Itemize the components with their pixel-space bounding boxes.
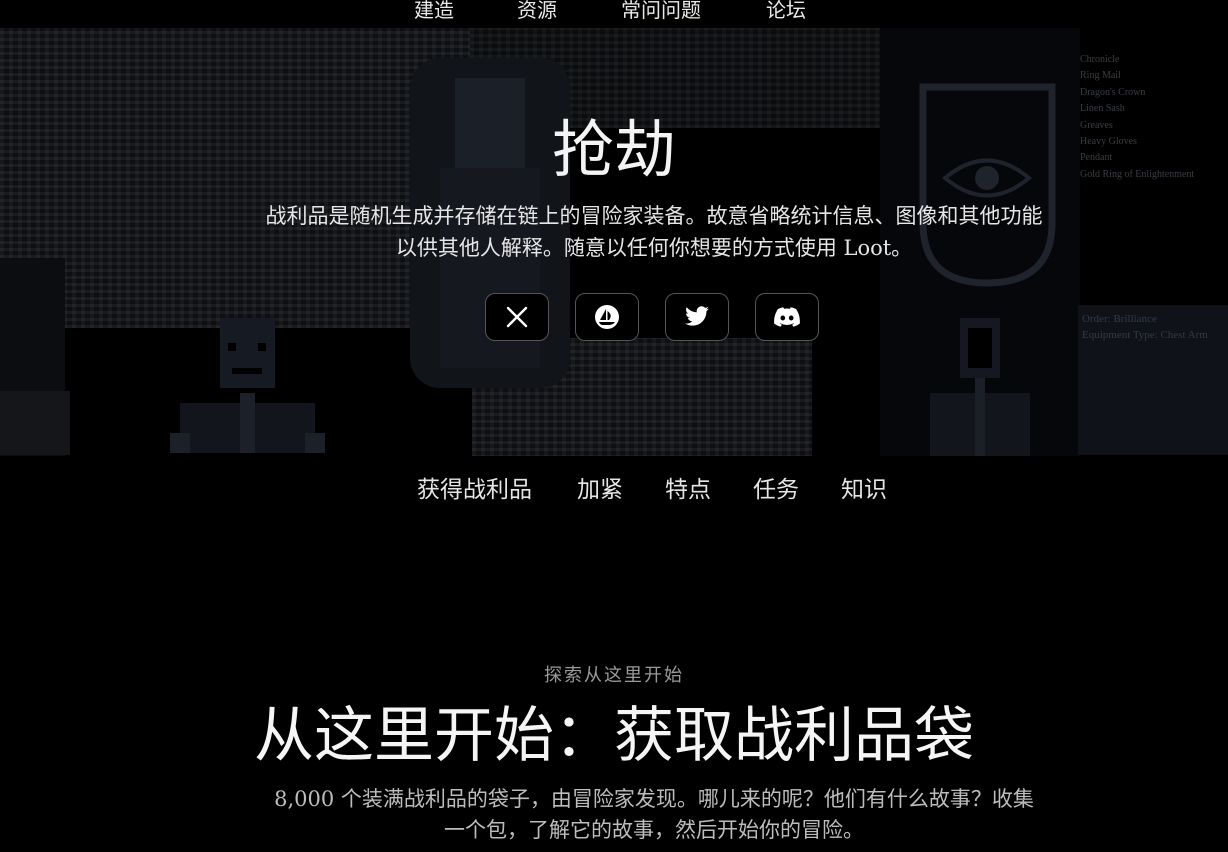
hero-description: 战利品是随机生成并存储在链上的冒险家装备。故意省略统计信息、图像和其他功能 以供… bbox=[200, 200, 1108, 264]
section-eyebrow: 探索从这里开始 bbox=[544, 665, 684, 686]
hero-description-line: 战利品是随机生成并存储在链上的冒险家装备。故意省略统计信息、图像和其他功能 bbox=[265, 204, 1043, 228]
loot-item: Ring Mail bbox=[1080, 70, 1121, 82]
discord-icon bbox=[774, 307, 800, 327]
opensea-icon bbox=[595, 305, 619, 329]
twitter-bird-icon bbox=[685, 306, 709, 326]
x-icon bbox=[506, 306, 528, 328]
equipment-type: Equipment Type: Chest Arm bbox=[1082, 329, 1208, 341]
hero-section: Chronicle Ring Mail Dragon's Crown Linen… bbox=[0, 28, 1228, 456]
tab-features[interactable]: 特点 bbox=[665, 470, 711, 504]
nav-link-resources[interactable]: 资源 bbox=[517, 0, 557, 23]
opensea-link[interactable] bbox=[575, 293, 639, 341]
pixel-character-left bbox=[170, 318, 325, 453]
social-links bbox=[485, 293, 825, 343]
tab-stake[interactable]: 加紧 bbox=[577, 470, 623, 504]
top-nav: 建造 资源 常问问题 论坛 bbox=[0, 0, 1228, 24]
tab-lore[interactable]: 知识 bbox=[841, 470, 887, 504]
hero-title: 抢劫 bbox=[551, 113, 676, 186]
nav-link-faq[interactable]: 常问问题 bbox=[621, 0, 701, 23]
twitter-link[interactable] bbox=[665, 293, 729, 341]
loot-item: Dragon's Crown bbox=[1080, 86, 1146, 98]
pixel-character-right bbox=[930, 318, 1030, 456]
nav-link-forum[interactable]: 论坛 bbox=[766, 0, 806, 23]
hero-description-line: 以供其他人解释。随意以任何你想要的方式使用 Loot。 bbox=[395, 236, 913, 260]
section-description: 8,000 个装满战利品的袋子，由冒险家发现。哪儿来的呢？他们有什么故事？收集 … bbox=[214, 784, 1094, 846]
discord-link[interactable] bbox=[755, 293, 819, 341]
tab-get-loot[interactable]: 获得战利品 bbox=[417, 470, 532, 504]
pixel-art-step bbox=[0, 391, 70, 455]
section-description-line: 8,000 个装满战利品的袋子，由冒险家发现。哪儿来的呢？他们有什么故事？收集 bbox=[274, 787, 1034, 811]
section-description-line: 一个包，了解它的故事，然后开始你的冒险。 bbox=[444, 818, 864, 842]
loot-item: Chronicle bbox=[1080, 54, 1120, 65]
section-nav: 获得战利品 加紧 特点 任务 知识 bbox=[0, 470, 1228, 504]
equipment-card: Order: Brilliance Equipment Type: Chest … bbox=[1078, 305, 1228, 455]
equipment-order: Order: Brilliance bbox=[1082, 313, 1157, 325]
tab-quests[interactable]: 任务 bbox=[753, 470, 799, 504]
x-link[interactable] bbox=[485, 293, 549, 341]
nav-link-build[interactable]: 建造 bbox=[414, 0, 454, 23]
section-title: 从这里开始：获取战利品袋 bbox=[254, 701, 974, 771]
